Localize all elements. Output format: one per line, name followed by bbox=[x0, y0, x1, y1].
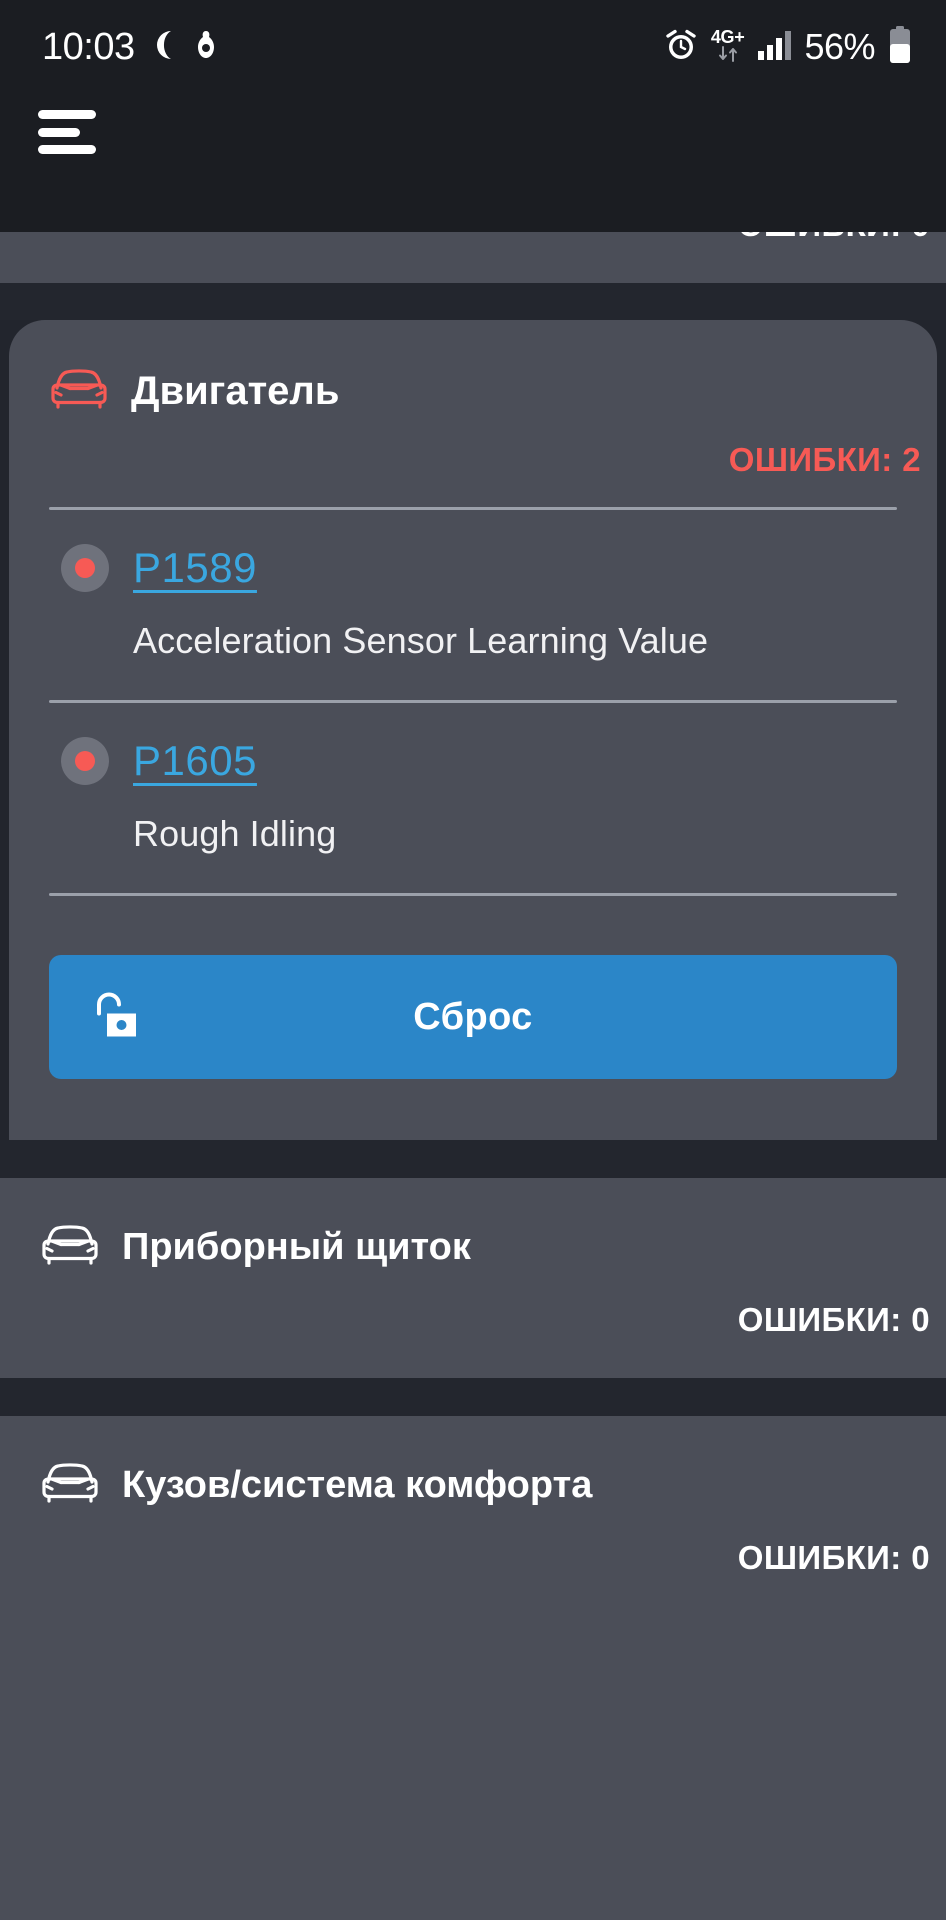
card-dashboard-title: Приборный щиток bbox=[122, 1226, 471, 1268]
card-body-comfort-errors-count: ОШИБКИ: 0 bbox=[737, 1539, 930, 1576]
dtc-code-link[interactable]: P1589 bbox=[133, 544, 257, 592]
battery-percent-label: 56% bbox=[804, 26, 875, 67]
card-dashboard[interactable]: Приборный щиток ОШИБКИ: 0 bbox=[0, 1178, 946, 1378]
status-bar: 10:03 4G+ 56% bbox=[0, 0, 946, 232]
error-dot-icon bbox=[61, 737, 109, 785]
card-body-comfort-header: Кузов/система комфорта bbox=[0, 1416, 946, 1509]
vibrate-icon bbox=[193, 29, 219, 66]
card-body-comfort[interactable]: Кузов/система комфорта ОШИБКИ: 0 bbox=[0, 1416, 946, 1920]
dtc-row[interactable]: P1589 Acceleration Sensor Learning Value bbox=[9, 510, 937, 662]
dtc-description: Acceleration Sensor Learning Value bbox=[133, 620, 709, 661]
card-body-comfort-title: Кузов/система комфорта bbox=[122, 1464, 593, 1506]
car-front-icon bbox=[49, 368, 109, 415]
status-bar-clock: 10:03 bbox=[42, 26, 135, 68]
card-engine-errors-count: ОШИБКИ: 2 bbox=[728, 441, 921, 478]
card-previous-partial[interactable]: ОШИБКИ: 0 bbox=[0, 206, 946, 283]
card-dashboard-header: Приборный щиток bbox=[0, 1178, 946, 1271]
data-transfer-icon bbox=[716, 46, 740, 66]
unlock-padlock-icon bbox=[87, 989, 139, 1046]
moon-icon bbox=[149, 29, 179, 66]
alarm-icon bbox=[664, 28, 698, 67]
card-engine[interactable]: Двигатель ОШИБКИ: 2 P1589 Acceleration S… bbox=[9, 320, 937, 1140]
card-gap bbox=[0, 1140, 946, 1178]
card-dashboard-errors-count: ОШИБКИ: 0 bbox=[737, 1301, 930, 1338]
hamburger-menu-icon[interactable] bbox=[38, 104, 96, 160]
car-front-icon bbox=[40, 1462, 100, 1509]
app-screen: ОШИБКИ: 0 Двигатель ОШИБКИ: 2 bbox=[0, 0, 946, 1920]
divider-bottom bbox=[49, 893, 897, 896]
dtc-code-link[interactable]: P1605 bbox=[133, 737, 257, 785]
car-front-icon bbox=[40, 1224, 100, 1271]
card-engine-header: Двигатель bbox=[9, 320, 937, 415]
signal-bars-icon bbox=[757, 29, 792, 66]
card-gap bbox=[0, 283, 946, 320]
battery-icon bbox=[888, 25, 912, 69]
reset-button[interactable]: Сброс bbox=[49, 955, 897, 1079]
error-dot-icon bbox=[61, 544, 109, 592]
card-engine-title: Двигатель bbox=[131, 369, 340, 413]
dtc-row[interactable]: P1605 Rough Idling bbox=[9, 703, 937, 855]
card-gap bbox=[0, 1378, 946, 1416]
network-type-indicator: 4G+ bbox=[711, 28, 745, 66]
dtc-description: Rough Idling bbox=[133, 813, 337, 854]
reset-button-label: Сброс bbox=[413, 995, 533, 1038]
